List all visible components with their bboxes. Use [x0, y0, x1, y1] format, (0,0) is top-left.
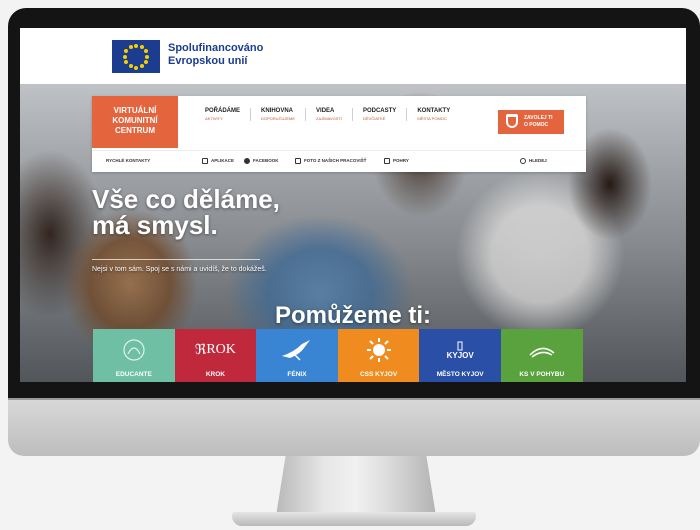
tile-label: KROK: [205, 371, 225, 378]
hero-tagline: Nejsi v tom sám. Spoj se s námi a uvidíš…: [92, 266, 267, 273]
facebook-icon: [244, 158, 250, 164]
brand-logo[interactable]: VIRTUÁLNÍ KOMUNITNÍ CENTRUM: [92, 96, 178, 148]
help-button-line1: ZAVOLEJ TI: [524, 115, 553, 121]
menu-item-sublabel: DOPORUČUJEME: [261, 116, 296, 121]
menu-item-sublabel: DĚVČIATKÉ: [362, 116, 386, 121]
website-screen: Spolufinancováno Evropskou unií VIRTUÁLN…: [20, 28, 686, 382]
games-link[interactable]: POHRY: [384, 158, 409, 164]
fenix-bird-icon: [256, 339, 338, 361]
tile-label: MĚSTO KYJOV: [436, 371, 484, 378]
krok-logo-text: ROK: [206, 342, 236, 357]
menu-item-poradame[interactable]: POŘÁDÁME AKTIVITY: [195, 108, 252, 121]
tile-mesto-kyjov[interactable]: KYJOV MĚSTO KYJOV: [419, 329, 501, 382]
eu-star-icon: [143, 60, 148, 64]
apps-link[interactable]: APLIKACE: [202, 158, 234, 164]
call-for-help-button[interactable]: ZAVOLEJ TI O POMOC: [498, 110, 564, 134]
kyjov-logo-text: KYJOV: [446, 350, 474, 360]
hero-headline: Vše co děláme, má smysl.: [92, 186, 280, 238]
hero-headline-line1: Vše co děláme,: [92, 184, 280, 214]
menu-item-label: KNIHOVNA: [261, 108, 294, 114]
eu-star-icon: [128, 64, 133, 69]
phone-icon: [506, 114, 518, 128]
search-label: HLEDEJ: [529, 158, 547, 164]
kyjov-logo-icon: KYJOV: [419, 339, 501, 361]
menu-item-sublabel: ZAJÍMAVOSTI: [316, 116, 342, 121]
helps-title: Pomůžeme ti:: [274, 302, 432, 329]
sub-navigation: RYCHLÉ KONTAKTY APLIKACE FACEBOOK FOTO Z…: [92, 150, 586, 172]
ks-logo-icon: [501, 339, 583, 361]
tile-label: FÉNIX: [287, 371, 307, 378]
tile-educante[interactable]: EDUCANTE: [93, 329, 175, 382]
camera-icon: [295, 158, 301, 164]
menu-item-label: VIDEA: [316, 108, 335, 114]
eu-star-icon: [134, 43, 138, 48]
eu-flag-icon: [112, 40, 160, 73]
krok-logo-icon: ℜ ROK: [194, 342, 236, 358]
menu-item-videa[interactable]: VIDEA ZAJÍMAVOSTI: [306, 108, 353, 121]
brand-line3: CENTRUM: [115, 126, 155, 135]
photos-link[interactable]: FOTO Z NAŠICH PRACOVIŠŤ: [295, 158, 366, 164]
quick-contacts-link[interactable]: RYCHLÉ KONTAKTY: [106, 158, 150, 163]
menu-item-podcasty[interactable]: PODCASTY DĚVČIATKÉ: [353, 108, 408, 121]
eu-star-icon: [145, 54, 149, 59]
tile-ks-v-pohybu[interactable]: KS V POHYBU: [500, 329, 583, 382]
eu-star-icon: [124, 60, 129, 64]
eu-funding-text: Spolufinancováno Evropskou unií: [168, 42, 263, 68]
tile-krok[interactable]: ℜ ROK KROK: [174, 329, 257, 382]
monitor-mockup: Spolufinancováno Evropskou unií VIRTUÁLN…: [0, 0, 700, 530]
educante-logo-icon: [93, 339, 175, 361]
monitor-stand: [276, 456, 436, 516]
book-icon: [384, 158, 390, 164]
monitor-stand-base: [232, 512, 476, 526]
help-button-line2: O POMOC: [524, 122, 549, 128]
eu-funding-banner: Spolufinancováno Evropskou unií: [20, 28, 686, 84]
menu-item-sublabel: AKTIVITY: [205, 116, 223, 121]
menu: POŘÁDÁME AKTIVITY KNIHOVNA DOPORUČUJEME …: [195, 108, 460, 121]
tile-label: KS V POHYBU: [519, 371, 565, 378]
menu-item-knihovna[interactable]: KNIHOVNA DOPORUČUJEME: [251, 108, 307, 121]
search-link[interactable]: HLEDEJ: [520, 158, 547, 164]
eu-funding-line1: Spolufinancováno: [168, 42, 264, 54]
menu-item-label: PODCASTY: [362, 108, 397, 114]
tile-label: EDUCANTE: [115, 371, 152, 378]
facebook-link[interactable]: FACEBOOK: [244, 158, 279, 164]
search-icon: [520, 158, 526, 164]
brand-line1: VIRTUÁLNÍ: [113, 106, 157, 115]
menu-item-label: POŘÁDÁME: [205, 108, 241, 114]
menu-item-kontakty[interactable]: KONTAKTY MĚSTA POMOC: [407, 108, 460, 121]
eu-star-icon: [143, 49, 148, 53]
tile-fenix[interactable]: FÉNIX: [256, 329, 338, 382]
hero-headline-line2: má smysl.: [92, 210, 218, 240]
menu-item-sublabel: MĚSTA POMOC: [417, 116, 447, 121]
eu-star-icon: [128, 44, 133, 49]
brand-line2: KOMUNITNÍ: [112, 116, 158, 125]
games-label: POHRY: [393, 158, 409, 164]
eu-star-icon: [134, 65, 138, 70]
photos-label: FOTO Z NAŠICH PRACOVIŠŤ: [304, 158, 367, 164]
tile-label: CSS KYJOV: [359, 371, 398, 378]
partner-tiles: EDUCANTE ℜ ROK KROK FÉNIX CSS KYJOV KYJO…: [93, 329, 583, 382]
eu-star-icon: [123, 54, 127, 59]
phone-icon: [202, 158, 208, 164]
divider: [92, 259, 260, 260]
eu-star-icon: [139, 64, 144, 69]
menu-item-label: KONTAKTY: [417, 108, 451, 114]
tile-css-kyjov[interactable]: CSS KYJOV: [337, 329, 420, 382]
monitor-chin: [8, 398, 700, 456]
eu-star-icon: [124, 49, 129, 53]
facebook-label: FACEBOOK: [253, 158, 279, 164]
eu-funding-line2: Evropskou unií: [168, 55, 248, 67]
eu-star-icon: [139, 44, 144, 49]
sun-icon: [338, 338, 420, 362]
apps-label: APLIKACE: [211, 158, 235, 164]
